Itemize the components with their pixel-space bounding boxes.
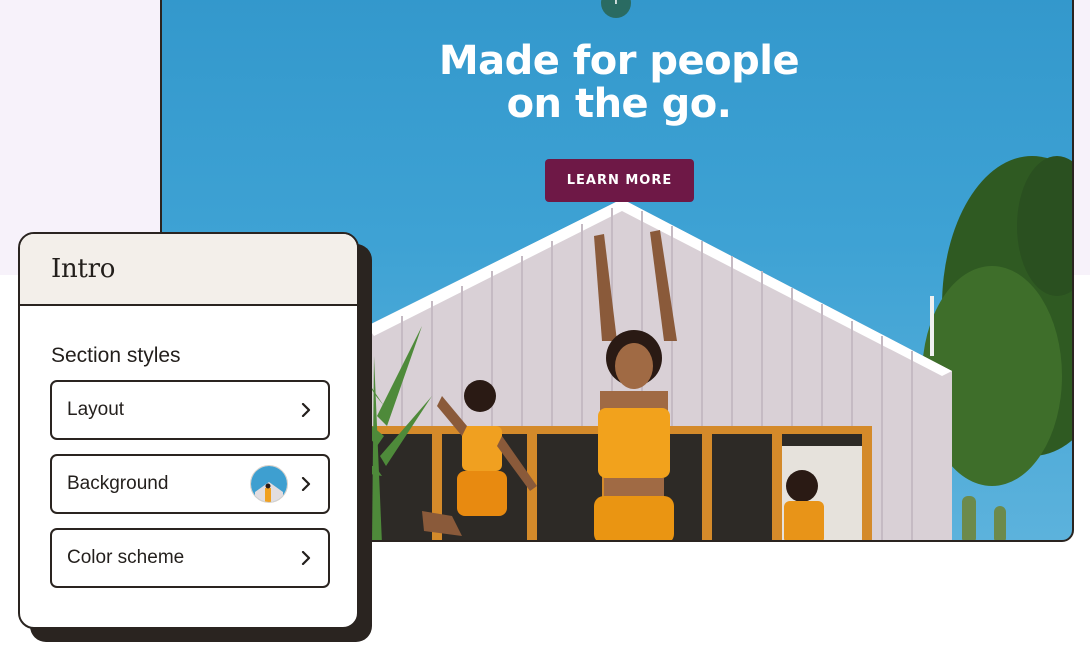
background-option[interactable]: Background	[50, 454, 330, 514]
chevron-right-icon	[298, 476, 314, 492]
hero-title: Made for people on the go.	[162, 38, 1072, 127]
background-option-label: Background	[67, 473, 169, 494]
section-styles-heading: Section styles	[51, 344, 181, 367]
panel-title: Intro	[51, 254, 116, 284]
editor-canvas: Made for people on the go. LEARN MORE + …	[0, 0, 1090, 652]
color-scheme-option-label: Color scheme	[67, 547, 185, 568]
section-editor-panel: Intro Section styles Layout Background C…	[18, 232, 359, 629]
background-thumbnail	[250, 465, 288, 503]
learn-more-button[interactable]: LEARN MORE	[545, 159, 694, 202]
hero-title-line-1: Made for people	[438, 38, 800, 84]
layout-option[interactable]: Layout	[50, 380, 330, 440]
layout-option-label: Layout	[67, 399, 125, 420]
chevron-right-icon	[298, 402, 314, 418]
hero-title-line-2: on the go.	[506, 81, 732, 127]
chevron-right-icon	[298, 550, 314, 566]
color-scheme-option[interactable]: Color scheme	[50, 528, 330, 588]
panel-header: Intro	[20, 234, 357, 306]
